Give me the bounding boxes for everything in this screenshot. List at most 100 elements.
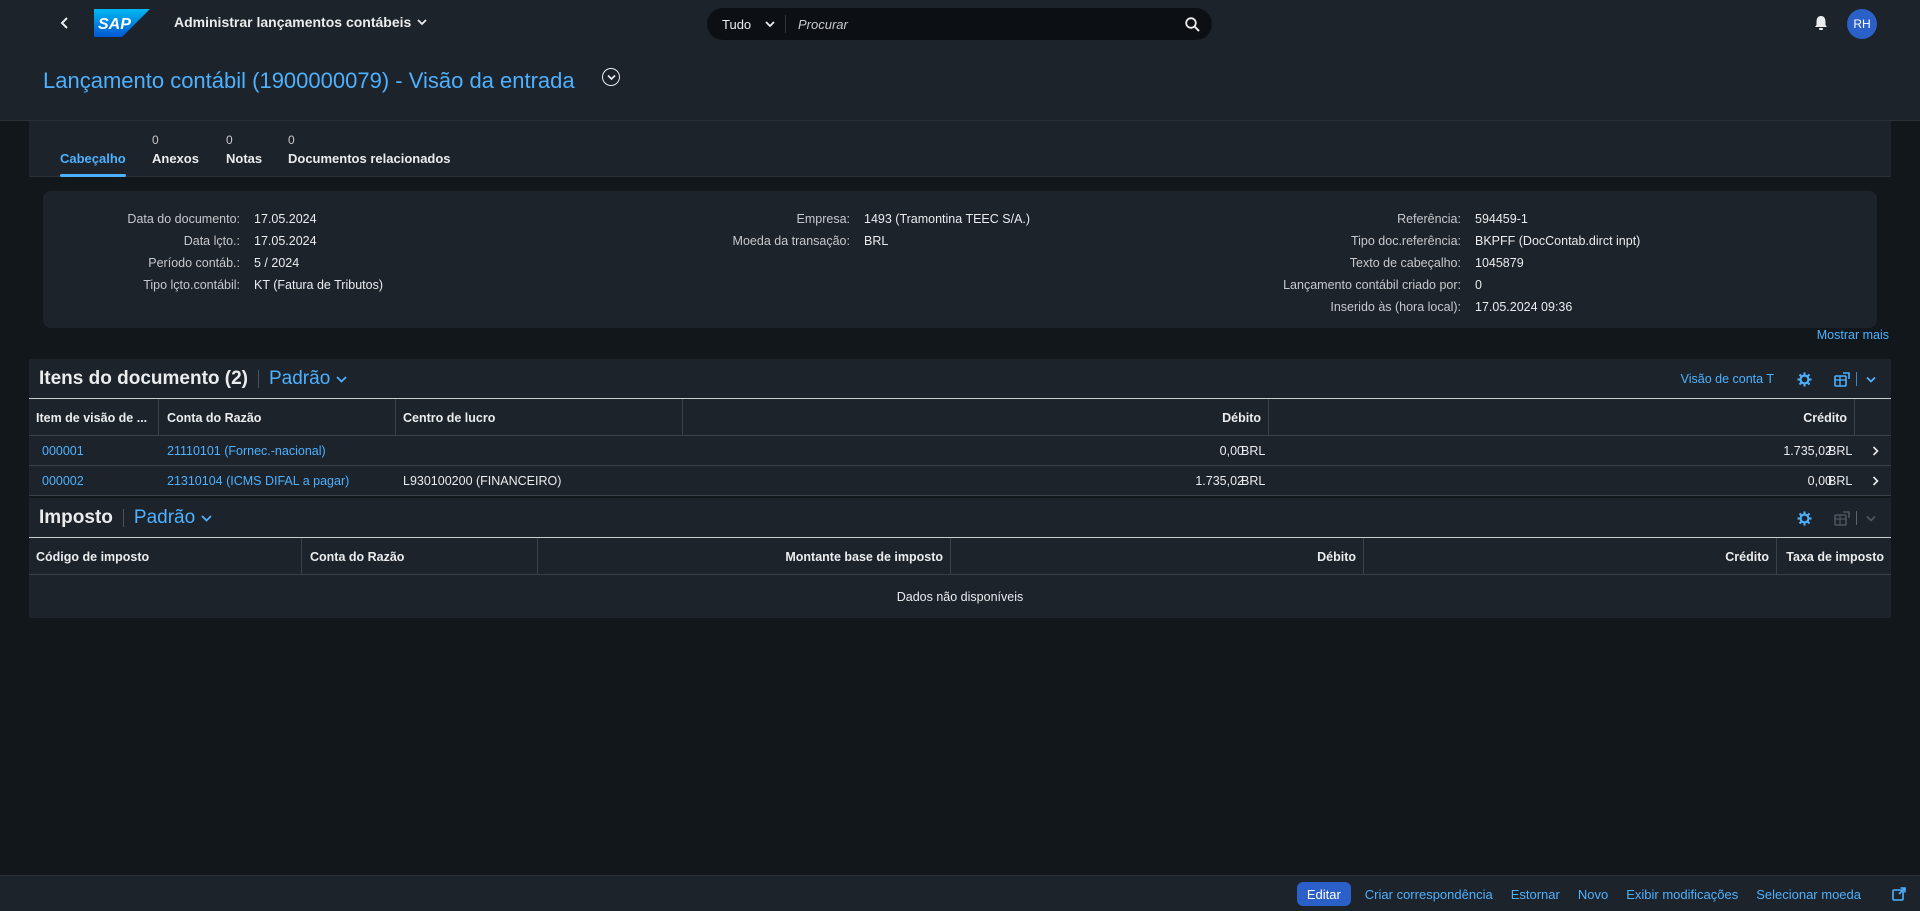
- debit-value: 1.735,02: [1195, 474, 1244, 488]
- reverse-button[interactable]: Estornar: [1502, 882, 1569, 906]
- table-row[interactable]: 000002 21310104 (ICMS DIFAL a pagar) L93…: [29, 466, 1891, 496]
- row-navigation[interactable]: [1869, 474, 1881, 488]
- variant-select[interactable]: Padrão: [269, 368, 347, 390]
- field-value: 17.05.2024 09:36: [1475, 300, 1573, 314]
- table-toolbar: Imposto Padrão: [29, 498, 1891, 538]
- gear-icon: [1796, 371, 1812, 387]
- no-data-message: Dados não disponíveis: [896, 589, 1024, 604]
- table-settings-button[interactable]: [1796, 371, 1812, 387]
- edit-button[interactable]: Editar: [1296, 882, 1351, 906]
- tab-count: [60, 133, 126, 149]
- search-scope-select[interactable]: Tudo: [707, 17, 785, 32]
- profit-center-value: L930100200 (FINANCEIRO): [403, 474, 562, 488]
- gear-icon: [1796, 510, 1812, 526]
- table-actions: Visão de conta T: [1681, 371, 1879, 387]
- credit-currency: BRL: [1828, 474, 1853, 488]
- field-label: Referência:: [1397, 212, 1461, 226]
- header-details-card: Data do documento: 17.05.2024 Data lçto.:…: [43, 191, 1877, 328]
- column-header-debito[interactable]: Débito: [951, 538, 1364, 575]
- chevron-down-icon: [336, 376, 347, 383]
- field-value: 1493 (Tramontina TEEC S/A.): [864, 212, 1031, 226]
- export-options-button[interactable]: [1863, 371, 1879, 387]
- notifications-bell-icon[interactable]: [1812, 14, 1830, 32]
- chevron-down-icon: [1866, 515, 1876, 522]
- tax-table: Imposto Padrão Código de imposto Conta d…: [29, 498, 1891, 618]
- row-navigation[interactable]: [1869, 444, 1881, 458]
- field-value: 17.05.2024: [254, 234, 317, 248]
- table-actions: [1796, 510, 1879, 526]
- field-moeda-transacao: Moeda da transação: BRL: [543, 233, 889, 249]
- table-settings-button[interactable]: [1796, 510, 1812, 526]
- toolbar-separator: [1856, 372, 1857, 386]
- column-header-debito[interactable]: Débito: [683, 399, 1269, 436]
- search-bar: Tudo: [707, 8, 1212, 40]
- field-criado-por: Lançamento contábil criado por: 0: [1143, 277, 1482, 293]
- toolbar-separator: [1856, 511, 1857, 525]
- title-variant-button[interactable]: [602, 68, 620, 86]
- search-input[interactable]: [786, 16, 1172, 32]
- share-icon[interactable]: [1892, 887, 1906, 901]
- account-link[interactable]: 21310104 (ICMS DIFAL a pagar): [159, 466, 356, 496]
- variant-label: Padrão: [269, 368, 331, 389]
- credit-currency: BRL: [1828, 444, 1853, 458]
- field-label: Data do documento:: [127, 212, 240, 226]
- export-options-button[interactable]: [1863, 510, 1879, 526]
- field-empresa: Empresa: 1493 (Tramontina TEEC S/A.): [543, 211, 1031, 227]
- table-title-area: Itens do documento (2) Padrão: [39, 368, 347, 390]
- export-button[interactable]: [1834, 371, 1850, 387]
- column-header-conta-razao[interactable]: Conta do Razão: [302, 538, 538, 575]
- page-content: Cabeçalho 0 Anexos 0 Notas 0 Documentos …: [29, 121, 1891, 618]
- field-label: Tipo doc.referência:: [1350, 234, 1461, 248]
- profit-center-value: [396, 436, 410, 466]
- tab-label: Documentos relacionados: [288, 151, 451, 166]
- new-button[interactable]: Novo: [1569, 882, 1617, 906]
- item-link[interactable]: 000002: [35, 466, 91, 496]
- shell-bar: SAP Administrar lançamentos contábeis Tu…: [0, 0, 1920, 46]
- column-header-item[interactable]: Item de visão de ...: [29, 399, 159, 436]
- field-label: Data lçto.:: [183, 234, 240, 248]
- tab-anexos[interactable]: 0 Anexos: [152, 133, 199, 166]
- select-currency-button[interactable]: Selecionar moeda: [1747, 882, 1870, 906]
- field-tipo-doc-referencia: Tipo doc.referência: BKPFF (DocContab.dir…: [1143, 233, 1640, 249]
- column-header-credito[interactable]: Crédito: [1364, 538, 1777, 575]
- variant-select[interactable]: Padrão: [134, 507, 212, 529]
- show-more-link[interactable]: Mostrar mais: [1817, 328, 1889, 342]
- search-button[interactable]: [1172, 16, 1212, 32]
- app-title: Administrar lançamentos contábeis: [174, 14, 412, 30]
- variant-label: Padrão: [133, 507, 196, 528]
- table-row[interactable]: 000001 21110101 (Fornec.-nacional) 0,00 …: [29, 436, 1891, 466]
- column-header-centro-lucro[interactable]: Centro de lucro: [396, 399, 683, 436]
- tab-cabecalho[interactable]: Cabeçalho: [60, 133, 126, 177]
- table-header-row: Código de imposto Conta do Razão Montant…: [29, 538, 1891, 575]
- object-header: Lançamento contábil (1900000079) - Visão…: [0, 46, 1920, 121]
- field-data-documento: Data do documento: 17.05.2024: [43, 211, 316, 227]
- credit-value: 0,00: [1807, 474, 1832, 488]
- field-value: BRL: [864, 234, 889, 248]
- chevron-left-icon: [60, 17, 68, 29]
- column-header-credito[interactable]: Crédito: [1269, 399, 1855, 436]
- credit-value: 1.735,02: [1783, 444, 1832, 458]
- tab-notas[interactable]: 0 Notas: [226, 133, 262, 166]
- chevron-down-icon: [1866, 376, 1876, 383]
- item-link[interactable]: 000001: [35, 436, 91, 466]
- column-header-taxa-imposto[interactable]: Taxa de imposto: [1777, 538, 1891, 575]
- sap-logo: SAP: [94, 9, 150, 37]
- export-spreadsheet-icon: [1834, 510, 1850, 526]
- display-changes-button[interactable]: Exibir modificações: [1617, 882, 1747, 906]
- debit-currency: BRL: [1241, 444, 1266, 458]
- tab-documentos-relacionados[interactable]: 0 Documentos relacionados: [288, 133, 451, 166]
- export-button[interactable]: [1834, 510, 1850, 526]
- app-title-menu[interactable]: Administrar lançamentos contábeis: [174, 14, 427, 30]
- chevron-down-icon: [606, 74, 616, 80]
- field-label: Inserido às (hora local):: [1330, 300, 1461, 314]
- back-button[interactable]: [55, 13, 75, 33]
- tab-count: 0: [152, 133, 159, 147]
- create-correspondence-button[interactable]: Criar correspondência: [1356, 882, 1502, 906]
- column-header-montante-base[interactable]: Montante base de imposto: [538, 538, 951, 575]
- user-avatar[interactable]: RH: [1847, 9, 1877, 39]
- account-link[interactable]: 21110101 (Fornec.-nacional): [159, 436, 333, 466]
- field-inserido-as: Inserido às (hora local): 17.05.2024 09:3…: [1143, 299, 1572, 315]
- column-header-conta-razao[interactable]: Conta do Razão: [159, 399, 396, 436]
- t-account-view-link[interactable]: Visão de conta T: [1681, 372, 1774, 386]
- column-header-codigo-imposto[interactable]: Código de imposto: [29, 538, 302, 575]
